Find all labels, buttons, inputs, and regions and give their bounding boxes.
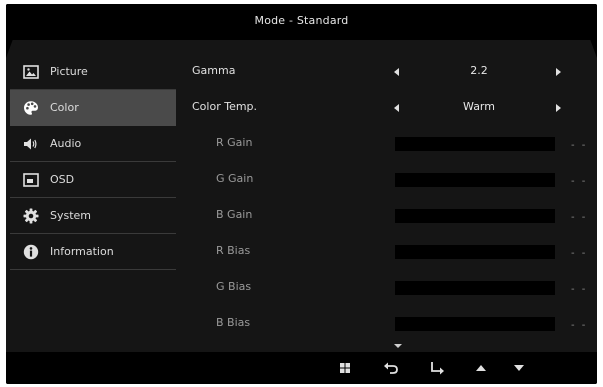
enter-icon[interactable] (428, 360, 446, 376)
g-bias-label: G Bias (216, 280, 252, 293)
osd-frame: Mode - Standard Picture Color Audio OSD … (6, 4, 597, 384)
g-bias-row[interactable]: G Bias - - (182, 276, 592, 296)
sidebar-item-osd[interactable]: OSD (10, 162, 176, 198)
sidebar-item-label: OSD (50, 173, 75, 186)
r-gain-row[interactable]: R Gain - - (182, 132, 592, 152)
g-bias-slider[interactable] (395, 281, 555, 295)
b-gain-slider[interactable] (395, 209, 555, 223)
color-temp-value: Warm (463, 100, 495, 113)
gamma-increase-arrow[interactable] (556, 68, 561, 76)
speaker-icon (23, 136, 39, 152)
menu-grid-icon[interactable] (336, 360, 354, 376)
picture-icon (23, 64, 39, 80)
up-arrow-icon[interactable] (472, 360, 490, 376)
gamma-decrease-arrow[interactable] (394, 68, 399, 76)
color-temp-label: Color Temp. (192, 100, 258, 113)
sidebar-item-audio[interactable]: Audio (10, 126, 176, 162)
b-bias-value: - - (571, 320, 588, 331)
sidebar-item-color[interactable]: Color (10, 90, 176, 126)
bottom-button-bar (6, 352, 597, 384)
info-icon (23, 244, 39, 260)
gamma-label: Gamma (192, 64, 236, 77)
b-bias-slider[interactable] (395, 317, 555, 331)
down-arrow-icon[interactable] (510, 360, 528, 376)
b-gain-value: - - (571, 212, 588, 223)
gear-icon (23, 208, 39, 224)
sidebar-item-label: Information (50, 245, 114, 258)
r-gain-label: R Gain (216, 136, 253, 149)
gamma-row[interactable]: Gamma 2.2 (182, 60, 592, 80)
sidebar-item-label: System (50, 209, 92, 222)
sidebar-item-label: Color (50, 101, 79, 114)
mode-title: Mode - Standard (254, 14, 349, 27)
title-notch-right (577, 4, 597, 58)
g-gain-label: G Gain (216, 172, 254, 185)
g-gain-value: - - (571, 176, 588, 187)
back-icon[interactable] (382, 360, 400, 376)
sidebar-menu: Picture Color Audio OSD System Informati… (10, 54, 176, 270)
b-gain-row[interactable]: B Gain - - (182, 204, 592, 224)
color-temp-decrease-arrow[interactable] (394, 104, 399, 112)
g-gain-slider[interactable] (395, 173, 555, 187)
r-bias-value: - - (571, 248, 588, 259)
sidebar-item-label: Picture (50, 65, 88, 78)
g-bias-value: - - (571, 284, 588, 295)
palette-icon (23, 100, 39, 116)
sidebar-item-picture[interactable]: Picture (10, 54, 176, 90)
r-bias-slider[interactable] (395, 245, 555, 259)
sidebar-item-information[interactable]: Information (10, 234, 176, 270)
osd-root: Mode - Standard Picture Color Audio OSD … (0, 0, 603, 387)
sidebar-item-system[interactable]: System (10, 198, 176, 234)
title-notch-left (6, 4, 26, 58)
r-bias-row[interactable]: R Bias - - (182, 240, 592, 260)
color-temp-increase-arrow[interactable] (556, 104, 561, 112)
b-gain-label: B Gain (216, 208, 253, 221)
r-gain-slider[interactable] (395, 137, 555, 151)
g-gain-row[interactable]: G Gain - - (182, 168, 592, 188)
b-bias-row[interactable]: B Bias - - (182, 312, 592, 332)
osd-window-icon (23, 172, 39, 188)
scroll-down-indicator-icon[interactable] (394, 344, 402, 348)
r-bias-label: R Bias (216, 244, 251, 257)
r-gain-value: - - (571, 140, 588, 151)
b-bias-label: B Bias (216, 316, 251, 329)
gamma-value: 2.2 (470, 64, 488, 77)
sidebar-item-label: Audio (50, 137, 82, 150)
color-temp-row[interactable]: Color Temp. Warm (182, 96, 592, 116)
